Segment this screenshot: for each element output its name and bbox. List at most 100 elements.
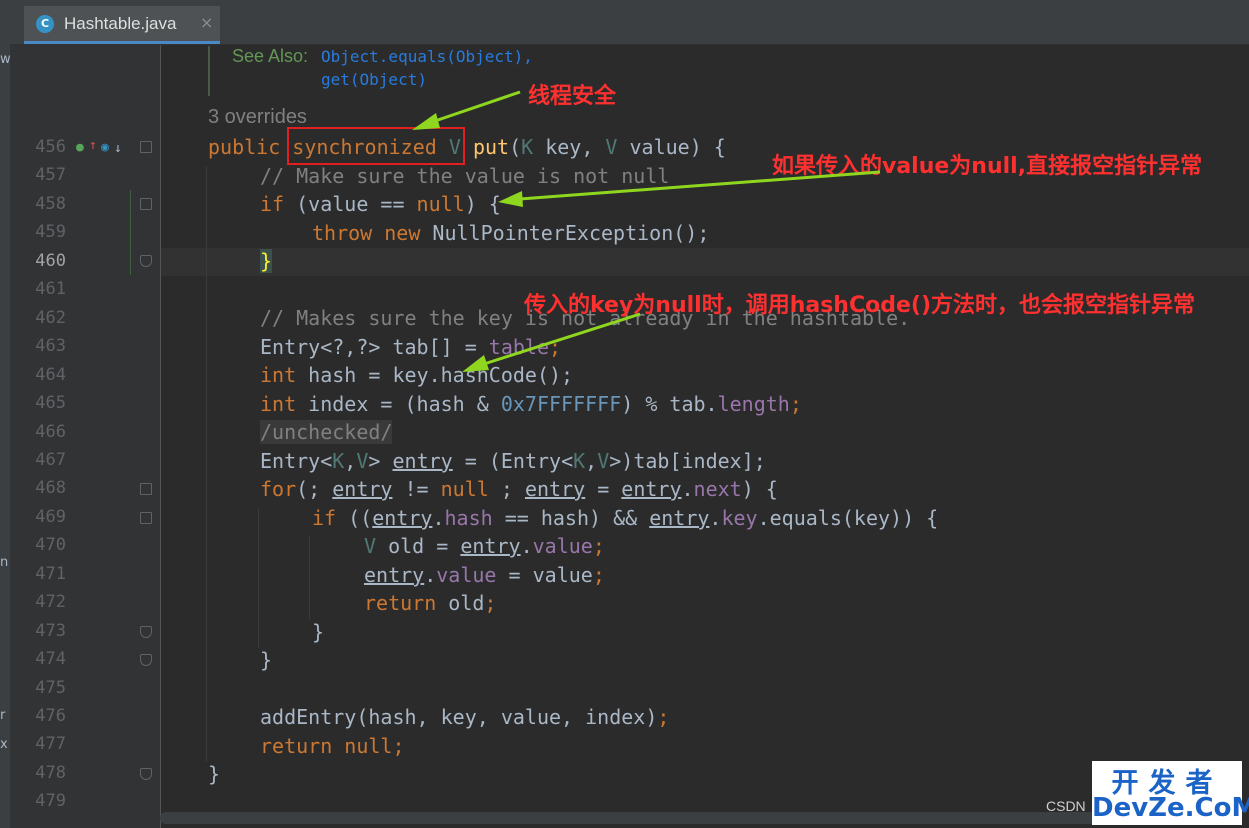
code-line-469: if ((entry.hash == hash) && entry.key.eq… bbox=[312, 504, 938, 532]
project-panel-fragment: n bbox=[0, 555, 9, 570]
folded-comment[interactable]: /unchecked/ bbox=[260, 420, 393, 444]
editor-tab-bar: C Hashtable.java × bbox=[10, 0, 1249, 45]
token: ; bbox=[657, 705, 670, 729]
code-line-456: public synchronized V put(K key, V value… bbox=[208, 133, 726, 161]
doc-link-object-equals[interactable]: Object.equals(Object), bbox=[321, 47, 533, 66]
watermark-line-2: DevZe.CoM bbox=[1092, 793, 1249, 823]
token: V bbox=[364, 534, 377, 558]
token: entry bbox=[524, 477, 586, 501]
token: V bbox=[356, 449, 369, 473]
line-number: 472 bbox=[35, 592, 66, 613]
token: index = (hash & bbox=[296, 392, 501, 416]
code-line-474: } bbox=[260, 648, 273, 672]
javadoc-rendered: See Also: Object.equals(Object), get(Obj… bbox=[208, 46, 533, 96]
token: , bbox=[585, 449, 598, 473]
token: . bbox=[432, 506, 445, 530]
token: ( bbox=[509, 135, 522, 159]
token: ) { bbox=[464, 192, 501, 216]
token: value bbox=[436, 563, 497, 587]
implemented-method-icon[interactable]: ◉ bbox=[101, 140, 109, 155]
token: NullPointerException(); bbox=[420, 221, 710, 245]
line-number: 464 bbox=[35, 364, 66, 385]
code-line-477: return null; bbox=[260, 732, 405, 760]
token: ; bbox=[392, 734, 405, 758]
fold-marker[interactable] bbox=[140, 255, 152, 267]
line-number: 477 bbox=[35, 734, 66, 755]
indent-guide bbox=[206, 166, 207, 762]
token: K bbox=[332, 449, 345, 473]
token: . bbox=[520, 534, 533, 558]
token: > bbox=[368, 449, 393, 473]
token: (( bbox=[336, 506, 373, 530]
token: = (Entry< bbox=[452, 449, 574, 473]
line-number: 474 bbox=[35, 649, 66, 670]
code-line-464: int hash = key.hashCode(); bbox=[260, 361, 573, 389]
token: return bbox=[260, 734, 333, 758]
token: int bbox=[260, 392, 297, 416]
project-panel-fragment: r bbox=[0, 708, 6, 723]
token: ) { bbox=[741, 477, 778, 501]
token: length bbox=[717, 392, 790, 416]
gutter-separator bbox=[160, 45, 161, 828]
line-number: 466 bbox=[35, 421, 66, 442]
token: key bbox=[721, 506, 758, 530]
token: entry bbox=[392, 449, 453, 473]
line-number: 478 bbox=[35, 762, 66, 783]
method-name: put bbox=[472, 135, 510, 159]
doc-link-get[interactable]: get(Object) bbox=[321, 70, 427, 89]
token: . bbox=[424, 563, 437, 587]
fold-marker[interactable] bbox=[140, 483, 152, 495]
token: old bbox=[436, 591, 485, 615]
line-number: 461 bbox=[35, 279, 66, 300]
token: ; bbox=[592, 534, 605, 558]
matched-brace: } bbox=[260, 249, 273, 273]
token: = value bbox=[496, 563, 593, 587]
indent-guide bbox=[258, 508, 259, 648]
token: ; bbox=[549, 335, 562, 359]
overrides-hint[interactable]: 3 overrides bbox=[208, 106, 307, 129]
line-number: 465 bbox=[35, 393, 66, 414]
synchronized-highlight-box bbox=[287, 127, 465, 165]
fold-marker[interactable] bbox=[140, 141, 152, 153]
token: new bbox=[384, 221, 421, 245]
overriding-method-icon[interactable]: ● bbox=[76, 140, 84, 155]
current-line-highlight bbox=[161, 248, 1249, 276]
override-down-arrow-icon[interactable]: ↓ bbox=[114, 141, 122, 156]
annotation-value-null: 如果传入的value为null,直接报空指针异常 bbox=[772, 154, 1203, 179]
line-number: 468 bbox=[35, 478, 66, 499]
fold-marker[interactable] bbox=[140, 626, 152, 638]
fold-marker[interactable] bbox=[140, 198, 152, 210]
token: for bbox=[260, 477, 297, 501]
annotation-key-null: 传入的key为null时，调用hashCode()方法时，也会报空指针异常 bbox=[524, 293, 1196, 318]
close-icon[interactable]: × bbox=[200, 13, 213, 32]
fold-marker[interactable] bbox=[140, 768, 152, 780]
token: V bbox=[597, 449, 610, 473]
fold-marker[interactable] bbox=[140, 654, 152, 666]
tab-label: Hashtable.java bbox=[64, 14, 177, 33]
token: int bbox=[260, 363, 297, 387]
token: hash bbox=[444, 506, 493, 530]
token: next bbox=[693, 477, 742, 501]
token: hash = key.hashCode(); bbox=[296, 363, 574, 387]
fold-marker[interactable] bbox=[140, 512, 152, 524]
line-number: 470 bbox=[35, 535, 66, 556]
devze-watermark-logo: 开发者 DevZe.CoM bbox=[1092, 761, 1249, 825]
override-up-arrow-icon[interactable]: ↑ bbox=[89, 138, 97, 153]
code-line-458: if (value == null) { bbox=[260, 190, 501, 218]
token: . bbox=[709, 506, 722, 530]
code-line-471: entry.value = value; bbox=[364, 561, 605, 589]
token: key, bbox=[533, 135, 606, 159]
token: . bbox=[681, 477, 694, 501]
code-line-472: return old; bbox=[364, 589, 496, 617]
token: if bbox=[260, 192, 285, 216]
token: Entry< bbox=[260, 449, 333, 473]
token: = bbox=[585, 477, 622, 501]
code-line-468: for(; entry != null ; entry = entry.next… bbox=[260, 475, 778, 503]
token: .equals(key)) { bbox=[757, 506, 939, 530]
token: entry bbox=[460, 534, 521, 558]
see-also-label: See Also: bbox=[232, 46, 309, 66]
tab-hashtable-java[interactable]: C Hashtable.java × bbox=[24, 6, 220, 44]
token: value) { bbox=[617, 135, 726, 159]
token: entry bbox=[332, 477, 393, 501]
project-panel-fragment: w bbox=[0, 52, 10, 67]
